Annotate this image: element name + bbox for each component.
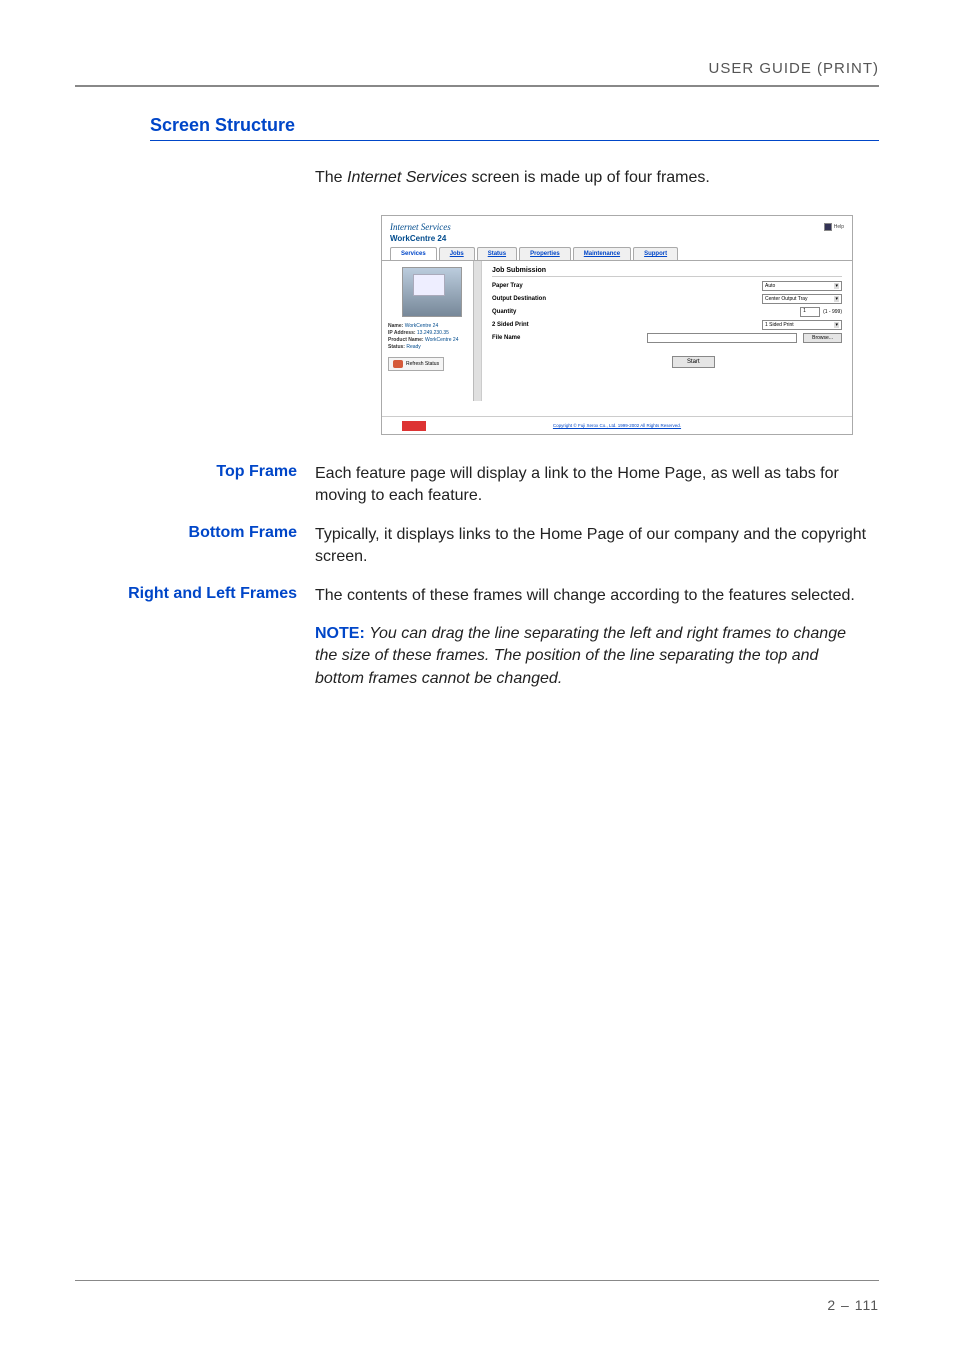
paper-tray-select[interactable]: Auto ▾ — [762, 281, 842, 291]
file-name-label: File Name — [492, 335, 592, 341]
info-name: Name: WorkCentre 24 — [388, 323, 475, 329]
ss-left-frame: Name: WorkCentre 24 IP Address: 13.249.2… — [382, 261, 482, 401]
note-label: NOTE: — [315, 625, 365, 642]
note-spacer — [75, 623, 315, 690]
ss-main-body: Name: WorkCentre 24 IP Address: 13.249.2… — [382, 261, 852, 401]
info-name-label: Name: — [388, 323, 403, 329]
ss-product-name: WorkCentre 24 — [382, 234, 852, 247]
intro-text: The Internet Services screen is made up … — [315, 169, 879, 187]
refresh-status-button[interactable]: Refresh Status — [388, 357, 444, 371]
paper-tray-value: Auto — [765, 283, 775, 289]
intro-suffix: screen is made up of four frames. — [467, 169, 710, 186]
tab-services[interactable]: Services — [390, 247, 437, 260]
info-ip: IP Address: 13.249.230.35 — [388, 330, 475, 336]
quantity-input[interactable]: 1 — [800, 307, 820, 317]
info-status-value: Ready — [406, 344, 420, 350]
tab-status[interactable]: Status — [477, 247, 517, 260]
info-name-value: WorkCentre 24 — [405, 323, 439, 329]
def-label-top: Top Frame — [75, 463, 315, 508]
ss-bottom-frame: Copyright © Fuji Xerox Co., Ltd. 1999-20… — [382, 416, 852, 434]
ss-logo-text: Internet Services — [390, 222, 451, 232]
quantity-range: (1 - 999) — [823, 309, 842, 315]
info-product: Product Name: WorkCentre 24 — [388, 337, 475, 343]
company-logo-icon[interactable] — [402, 421, 426, 431]
tab-support[interactable]: Support — [633, 247, 678, 260]
output-dest-value: Center Output Tray — [765, 296, 808, 302]
def-label-rl: Right and Left Frames — [75, 585, 315, 607]
ss-right-frame: Job Submission Paper Tray Auto ▾ Output D… — [482, 261, 852, 401]
copyright-link[interactable]: Copyright © Fuji Xerox Co., Ltd. 1999-20… — [553, 423, 681, 428]
header-rule — [75, 85, 879, 87]
help-link[interactable]: Help — [824, 223, 844, 231]
help-label: Help — [834, 224, 844, 230]
page-number: 2 – 111 — [827, 1297, 879, 1313]
def-body-rl: The contents of these frames will change… — [315, 585, 879, 607]
info-ip-label: IP Address: — [388, 330, 416, 336]
form-title: Job Submission — [492, 267, 842, 277]
footer-rule — [75, 1280, 879, 1281]
two-sided-label: 2 Sided Print — [492, 322, 592, 328]
section-heading: Screen Structure — [150, 115, 879, 136]
dropdown-arrow-icon: ▾ — [834, 296, 839, 302]
def-body-top: Each feature page will display a link to… — [315, 463, 879, 508]
printer-image-icon — [402, 267, 462, 317]
info-status-label: Status: — [388, 344, 405, 350]
refresh-icon — [393, 360, 403, 368]
info-status: Status: Ready — [388, 344, 475, 350]
paper-tray-label: Paper Tray — [492, 283, 592, 289]
info-ip-value: 13.249.230.35 — [417, 330, 449, 336]
output-dest-label: Output Destination — [492, 296, 592, 302]
browse-button[interactable]: Browse... — [803, 333, 842, 343]
tab-properties[interactable]: Properties — [519, 247, 571, 260]
definition-bottom-frame: Bottom Frame Typically, it displays link… — [75, 524, 879, 569]
definition-top-frame: Top Frame Each feature page will display… — [75, 463, 879, 508]
screenshot: Internet Services Help WorkCentre 24 Ser… — [381, 215, 853, 435]
definition-rl-frames: Right and Left Frames The contents of th… — [75, 585, 879, 607]
def-label-bottom: Bottom Frame — [75, 524, 315, 569]
refresh-label: Refresh Status — [406, 361, 439, 367]
section-rule — [150, 140, 879, 141]
help-icon — [824, 223, 832, 231]
header-title: USER GUIDE (PRINT) — [75, 60, 879, 77]
dropdown-arrow-icon: ▾ — [834, 322, 839, 328]
two-sided-select[interactable]: 1 Sided Print ▾ — [762, 320, 842, 330]
note-body: You can drag the line separating the lef… — [315, 625, 846, 687]
left-scrollbar[interactable] — [473, 261, 481, 401]
note-body-container: NOTE: You can drag the line separating t… — [315, 623, 879, 690]
note-row: NOTE: You can drag the line separating t… — [75, 623, 879, 690]
tab-jobs[interactable]: Jobs — [439, 247, 475, 260]
ss-top-frame: Internet Services Help — [382, 216, 852, 234]
intro-prefix: The — [315, 169, 347, 186]
info-product-label: Product Name: — [388, 337, 424, 343]
dropdown-arrow-icon: ▾ — [834, 283, 839, 289]
info-product-value: WorkCentre 24 — [425, 337, 459, 343]
two-sided-value: 1 Sided Print — [765, 322, 794, 328]
intro-italic: Internet Services — [347, 169, 467, 186]
quantity-label: Quantity — [492, 309, 592, 315]
def-body-bottom: Typically, it displays links to the Home… — [315, 524, 879, 569]
output-dest-select[interactable]: Center Output Tray ▾ — [762, 294, 842, 304]
start-button[interactable]: Start — [672, 356, 715, 368]
file-name-input[interactable] — [647, 333, 797, 343]
tab-maintenance[interactable]: Maintenance — [573, 247, 631, 260]
ss-tabs: Services Jobs Status Properties Maintena… — [382, 247, 852, 261]
